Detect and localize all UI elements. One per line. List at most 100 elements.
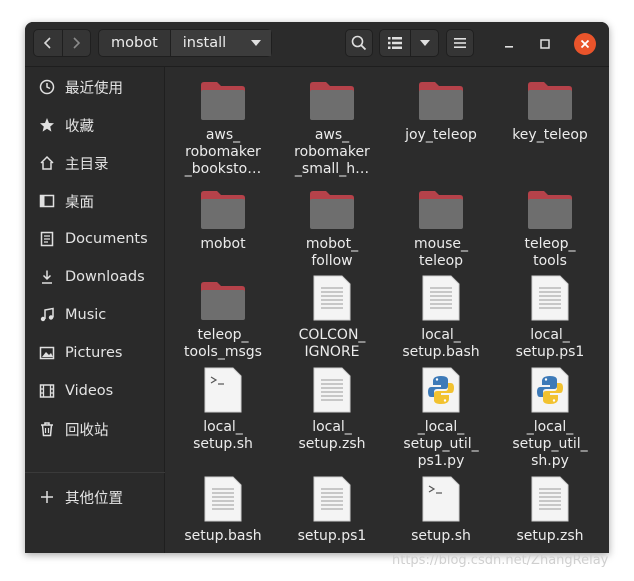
text-file-icon	[531, 273, 569, 321]
folder-item[interactable]: teleop_ tools	[496, 182, 604, 270]
picture-icon	[38, 344, 56, 362]
file-item[interactable]: setup.ps1	[278, 474, 386, 545]
breadcrumb-mobot[interactable]: mobot	[99, 30, 170, 56]
file-label: setup.bash	[184, 528, 262, 544]
text-file-icon	[313, 474, 351, 522]
file-manager-window: mobot install 最近使用 收藏 主目录 桌面 Documents D…	[25, 22, 609, 553]
sidebar-item-label: 桌面	[65, 194, 94, 211]
maximize-icon	[540, 39, 550, 49]
file-item[interactable]: COLCON_ IGNORE	[278, 273, 386, 361]
sidebar-item-label: Downloads	[65, 269, 145, 285]
home-icon	[38, 154, 56, 172]
file-item[interactable]: local_ setup.bash	[387, 273, 495, 361]
sidebar-item-videos[interactable]: Videos	[25, 375, 165, 407]
file-label: setup.sh	[411, 528, 471, 544]
sidebar-item-home[interactable]: 主目录	[25, 147, 165, 179]
maximize-button[interactable]	[534, 33, 556, 55]
folder-item[interactable]: key_teleop	[496, 73, 604, 144]
text-file-icon	[422, 273, 460, 321]
file-item[interactable]: local_ setup.ps1	[496, 273, 604, 361]
folder-item[interactable]: teleop_ tools_msgs	[169, 273, 277, 361]
file-label: local_ setup.bash	[402, 327, 480, 360]
view-options-button[interactable]	[410, 30, 438, 56]
folder-item[interactable]: aws_ robomaker _small_h…	[278, 73, 386, 178]
folder-icon	[308, 182, 356, 230]
desktop-icon	[38, 192, 56, 210]
python-file-icon	[422, 365, 460, 413]
sidebar-item-trash[interactable]: 回收站	[25, 413, 165, 445]
breadcrumb-install[interactable]: install	[169, 30, 271, 56]
file-item[interactable]: local_ setup.sh	[169, 365, 277, 453]
folder-item[interactable]: aws_ robomaker _booksto…	[169, 73, 277, 178]
folder-item[interactable]: joy_teleop	[387, 73, 495, 144]
file-label: setup.ps1	[297, 528, 367, 544]
search-button[interactable]	[345, 29, 373, 57]
hamburger-menu-icon	[454, 38, 466, 48]
sidebar-item-label: Music	[65, 307, 107, 323]
file-label: _local_ setup_util_ sh.py	[512, 419, 588, 469]
sidebar-item-label: 主目录	[65, 156, 109, 173]
folder-item[interactable]: mobot	[169, 182, 277, 253]
sidebar-item-label: Videos	[65, 383, 114, 399]
menu-button[interactable]	[446, 29, 474, 57]
text-file-icon	[313, 365, 351, 413]
sidebar-item-other-locations[interactable]: 其他位置	[25, 481, 165, 513]
file-item[interactable]: setup.bash	[169, 474, 277, 545]
list-view-button[interactable]	[380, 30, 410, 56]
file-label: mouse_ teleop	[414, 236, 468, 269]
folder-icon	[417, 182, 465, 230]
file-label: key_teleop	[512, 127, 588, 143]
file-label: teleop_ tools	[524, 236, 576, 269]
folder-icon	[308, 73, 356, 121]
close-button[interactable]	[574, 33, 596, 55]
file-item[interactable]: setup.sh	[387, 474, 495, 545]
file-item[interactable]: local_ setup.zsh	[278, 365, 386, 453]
clock-icon	[38, 78, 56, 96]
file-label: mobot_ follow	[305, 236, 359, 269]
plus-icon	[38, 488, 56, 506]
sidebar-item-recent[interactable]: 最近使用	[25, 71, 165, 103]
caret-down-icon	[419, 40, 430, 46]
close-icon	[580, 39, 590, 49]
sidebar-item-label: Pictures	[65, 345, 123, 361]
sidebar-item-label: Documents	[65, 231, 148, 247]
minimize-icon	[505, 46, 513, 48]
file-grid: aws_ robomaker _booksto… aws_ robomaker …	[166, 67, 609, 553]
folder-item[interactable]: mobot_ follow	[278, 182, 386, 270]
download-icon	[38, 268, 56, 286]
navigation-buttons	[33, 29, 91, 57]
minimize-button[interactable]	[498, 33, 520, 55]
sidebar-item-pictures[interactable]: Pictures	[25, 337, 165, 369]
sidebar-item-documents[interactable]: Documents	[25, 223, 165, 255]
sidebar-item-label: 其他位置	[65, 490, 123, 507]
script-file-icon	[204, 365, 242, 413]
back-button[interactable]	[34, 30, 62, 56]
sidebar-item-desktop[interactable]: 桌面	[25, 185, 165, 217]
sidebar-item-music[interactable]: Music	[25, 299, 165, 331]
file-label: aws_ robomaker _booksto…	[184, 127, 262, 177]
file-item[interactable]: _local_ setup_util_ ps1.py	[387, 365, 495, 470]
folder-icon	[526, 182, 574, 230]
sidebar-item-label: 回收站	[65, 422, 109, 439]
forward-button[interactable]	[61, 30, 91, 56]
sidebar-item-label: 最近使用	[65, 80, 123, 97]
music-icon	[38, 306, 56, 324]
sidebar-item-starred[interactable]: 收藏	[25, 109, 165, 141]
file-label: local_ setup.sh	[193, 419, 253, 452]
file-label: aws_ robomaker _small_h…	[294, 127, 370, 177]
trash-icon	[38, 420, 56, 438]
document-icon	[38, 230, 56, 248]
file-label: local_ setup.ps1	[515, 327, 585, 360]
sidebar-item-label: 收藏	[65, 118, 94, 135]
file-label: local_ setup.zsh	[298, 419, 366, 452]
file-item[interactable]: _local_ setup_util_ sh.py	[496, 365, 604, 470]
file-label: _local_ setup_util_ ps1.py	[403, 419, 479, 469]
list-view-icon	[388, 37, 403, 49]
folder-icon	[417, 73, 465, 121]
file-item[interactable]: setup.zsh	[496, 474, 604, 545]
sidebar-item-downloads[interactable]: Downloads	[25, 261, 165, 293]
folder-icon	[199, 273, 247, 321]
file-label: teleop_ tools_msgs	[184, 327, 262, 360]
folder-item[interactable]: mouse_ teleop	[387, 182, 495, 270]
python-file-icon	[531, 365, 569, 413]
